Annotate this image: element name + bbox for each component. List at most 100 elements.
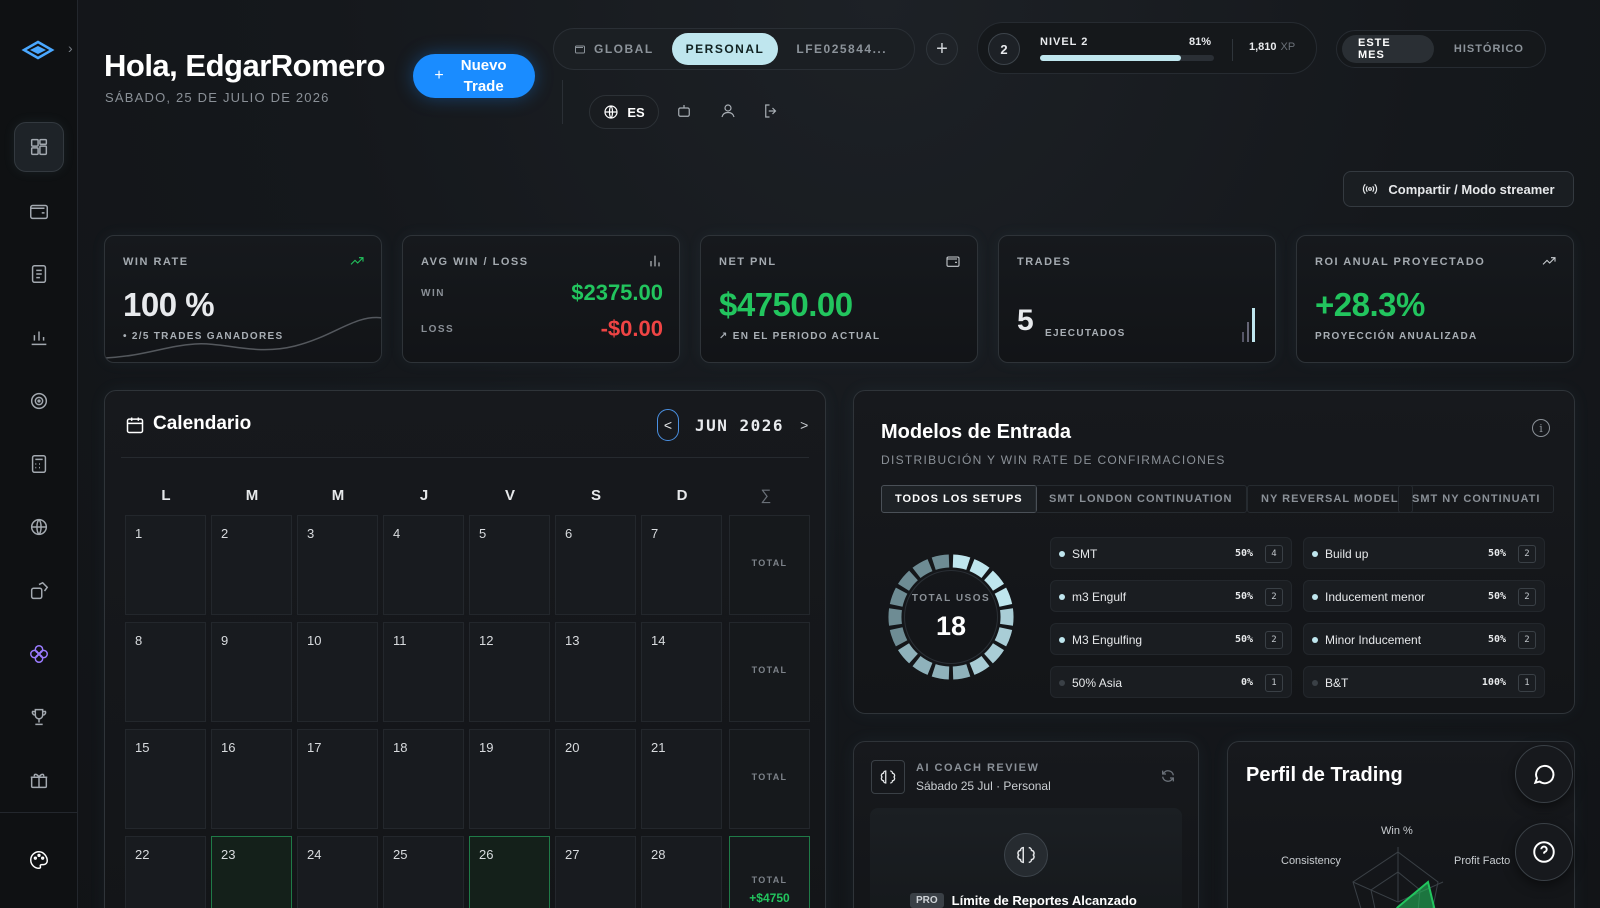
calendar-day[interactable]: 28 [641, 836, 722, 908]
calendar-day[interactable]: 6 [555, 515, 636, 615]
model-row[interactable]: m3 Engulf 50% 2 [1050, 580, 1292, 612]
plus-icon: + [936, 37, 948, 60]
sidebar-item-dice[interactable] [14, 566, 64, 616]
calendar-day[interactable]: 24 [297, 836, 378, 908]
kpi-roi: ROI ANUAL PROYECTADO +28.3% PROYECCIÓN A… [1296, 235, 1574, 363]
tab-todos-los-setups[interactable]: TODOS LOS SETUPS [881, 485, 1037, 513]
sidebar-expand-icon[interactable]: › [68, 40, 73, 56]
calendar-day[interactable]: 19 [469, 729, 550, 829]
header-divider [562, 80, 563, 124]
model-row[interactable]: Inducement menor 50% 2 [1303, 580, 1545, 612]
language-selector[interactable]: ES [589, 95, 659, 129]
day-number: 6 [565, 526, 573, 541]
status-dot [1059, 637, 1065, 643]
globe-icon [604, 105, 618, 119]
dow-header: J [419, 487, 429, 504]
next-month-button[interactable]: > [800, 417, 808, 433]
bot-button[interactable] [675, 102, 695, 122]
xp-value: 1,810 [1249, 41, 1277, 53]
calendar-day[interactable]: 17 [297, 729, 378, 829]
kpi-label: NET PNL [719, 256, 777, 268]
share-streamer-button[interactable]: Compartir / Modo streamer [1343, 171, 1574, 207]
pro-limit-notice: PRO Límite de Reportes Alcanzado [910, 893, 1137, 908]
model-row[interactable]: M3 Engulfing 50% 2 [1050, 623, 1292, 655]
sidebar-item-dashboard[interactable] [14, 122, 64, 172]
tab-account-label: LFE025844... [796, 42, 888, 56]
sidebar-item-calculator[interactable] [14, 439, 64, 489]
loss-value: -$0.00 [600, 316, 663, 341]
model-name: m3 Engulf [1072, 590, 1127, 604]
model-row[interactable]: 50% Asia 0% 1 [1050, 666, 1292, 698]
tab-personal[interactable]: PERSONAL [671, 33, 779, 65]
new-trade-button[interactable]: + Nuevo Trade [413, 54, 535, 98]
wallet-icon [575, 45, 585, 54]
chat-button[interactable] [1515, 745, 1573, 803]
calendar-day[interactable]: 8 [125, 622, 206, 722]
model-row[interactable]: SMT 50% 4 [1050, 537, 1292, 569]
model-name: SMT [1072, 547, 1098, 561]
calendar-day[interactable]: 14 [641, 622, 722, 722]
week-total-label: TOTAL [751, 772, 788, 782]
refresh-icon[interactable] [1160, 768, 1176, 784]
calendar-day[interactable]: 27 [555, 836, 636, 908]
calendar-day[interactable]: 13 [555, 622, 636, 722]
calendar-day[interactable]: 1 [125, 515, 206, 615]
calendar-day[interactable]: 18 [383, 729, 464, 829]
week-total-value: +$4750 [749, 891, 790, 905]
model-row[interactable]: Minor Inducement 50% 2 [1303, 623, 1545, 655]
calendar-day[interactable]: 26 [469, 836, 550, 908]
sidebar-item-markets[interactable] [14, 502, 64, 552]
tab-smt-london[interactable]: SMT LONDON CONTINUATION [1035, 485, 1247, 513]
kpi-sub: ↗ EN EL PERIODO ACTUAL [719, 331, 881, 342]
tab-este-mes[interactable]: ESTE MES [1342, 35, 1434, 63]
tab-ny-reversal[interactable]: NY REVERSAL MODEL [1247, 485, 1413, 513]
day-number: 5 [479, 526, 487, 541]
info-icon[interactable]: i [1532, 419, 1550, 437]
sidebar-item-trophy[interactable] [14, 692, 64, 742]
level-widget[interactable]: 2 NIVEL 2 81% 1,810 XP [977, 22, 1317, 74]
model-row[interactable]: B&T 100% 1 [1303, 666, 1545, 698]
roi-value: +28.3% [1315, 286, 1425, 323]
xp-unit: XP [1280, 41, 1296, 53]
calendar-day[interactable]: 10 [297, 622, 378, 722]
sidebar-item-journal[interactable] [14, 249, 64, 299]
sidebar-item-analytics[interactable] [14, 312, 64, 362]
sidebar-item-wallet[interactable] [14, 186, 64, 236]
sidebar-item-flower[interactable] [14, 629, 64, 679]
tab-smt-ny[interactable]: SMT NY CONTINUATI [1398, 485, 1554, 513]
calendar-day[interactable]: 20 [555, 729, 636, 829]
wallet-icon [30, 204, 48, 220]
calendar-day[interactable]: 4 [383, 515, 464, 615]
calendar-day[interactable]: 2 [211, 515, 292, 615]
prev-month-button[interactable]: < [657, 409, 679, 441]
model-row[interactable]: Build up 50% 2 [1303, 537, 1545, 569]
calendar-day[interactable]: 25 [383, 836, 464, 908]
calendar-day[interactable]: 9 [211, 622, 292, 722]
tab-account[interactable]: LFE025844... [782, 33, 901, 65]
help-button[interactable] [1515, 823, 1573, 881]
day-number: 8 [135, 633, 143, 648]
model-name: Minor Inducement [1325, 633, 1422, 647]
calendar-day[interactable]: 7 [641, 515, 722, 615]
calendar-day[interactable]: 23 [211, 836, 292, 908]
add-account-button[interactable]: + [926, 33, 958, 65]
calendar-day[interactable]: 5 [469, 515, 550, 615]
logout-button[interactable] [762, 102, 782, 122]
sidebar-item-gift[interactable] [14, 755, 64, 805]
calendar-day[interactable]: 12 [469, 622, 550, 722]
calendar-day[interactable]: 11 [383, 622, 464, 722]
sidebar-item-goals[interactable] [14, 376, 64, 426]
sidebar-item-theme[interactable] [14, 835, 64, 885]
calendar-day[interactable]: 16 [211, 729, 292, 829]
level-progress-fill [1040, 55, 1181, 61]
calendar-day[interactable]: 15 [125, 729, 206, 829]
app-logo-icon[interactable] [20, 36, 56, 64]
tab-historico[interactable]: HISTÓRICO [1438, 35, 1540, 63]
profile-button[interactable] [719, 102, 739, 122]
calendar-day[interactable]: 22 [125, 836, 206, 908]
xp-readout: 1,810 XP [1249, 41, 1295, 53]
calendar-day[interactable]: 21 [641, 729, 722, 829]
tab-global[interactable]: GLOBAL [560, 33, 668, 65]
calendar-day[interactable]: 3 [297, 515, 378, 615]
trophy-icon [31, 708, 47, 726]
